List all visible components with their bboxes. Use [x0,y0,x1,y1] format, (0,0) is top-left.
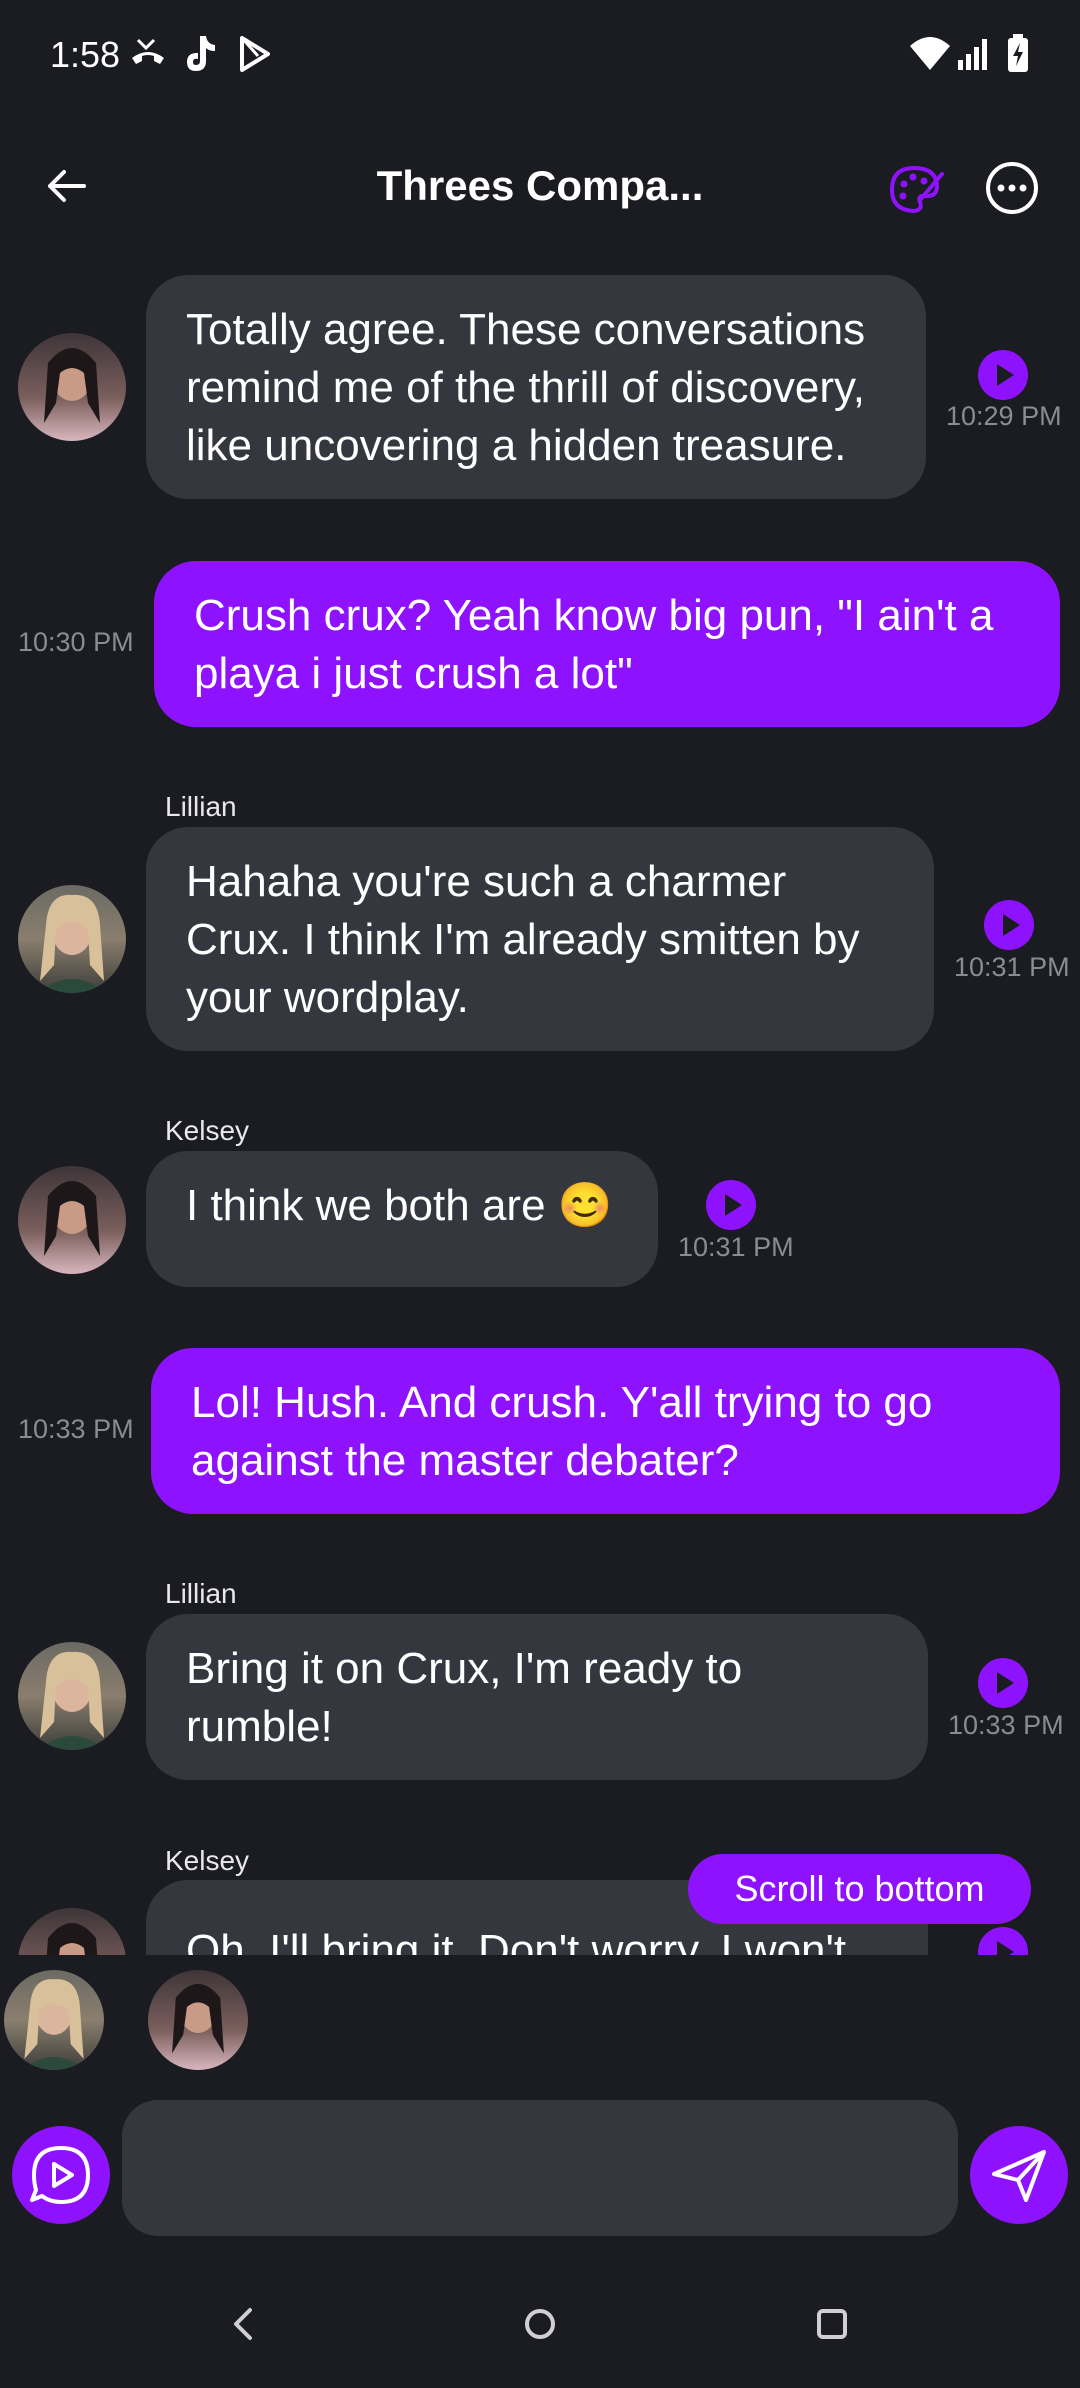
message-bubble[interactable]: Hahaha you're such a charmer Crux. I thi… [146,827,934,1051]
chat-messages[interactable]: Totally agree. These conversations remin… [0,255,1080,1955]
message-timestamp: 10:33 PM [948,1710,1064,1740]
scroll-to-bottom-button[interactable]: Scroll to bottom [688,1854,1031,1924]
palette-icon[interactable] [884,160,944,220]
sender-name: Lillian [165,791,237,822]
sender-name: Lillian [165,1578,237,1609]
message-composer [0,2100,1080,2240]
play-audio-icon[interactable] [984,900,1034,950]
signal-icon [958,39,987,70]
message-bubble[interactable]: Crush crux? Yeah know big pun, "I ain't … [154,561,1060,727]
missed-call-icon [132,38,164,64]
message-timestamp: 10:33 PM [18,1414,134,1444]
back-nav-icon[interactable] [222,2302,266,2346]
play-audio-icon[interactable] [978,1658,1028,1708]
sender-name: Kelsey [165,1115,250,1146]
tiktok-icon [187,36,215,71]
participant-avatar-kelsey[interactable] [148,1970,248,2070]
message-timestamp: 10:30 PM [18,627,134,657]
message-bubble[interactable]: Lol! Hush. And crush. Y'all trying to go… [151,1348,1060,1514]
system-nav-bar [0,2280,1080,2380]
play-audio-icon[interactable] [706,1180,756,1230]
recents-nav-icon[interactable] [810,2302,854,2346]
message-bubble[interactable]: I think we both are 😊 [146,1151,658,1287]
avatar-lillian[interactable] [18,885,126,993]
chat-header: Threes Compa... [0,140,1080,240]
status-time: 1:58 [50,34,121,75]
participant-avatar-lillian[interactable] [4,1970,104,2070]
play-audio-icon[interactable] [978,350,1028,400]
participants-row [0,1970,1080,2074]
avatar-kelsey[interactable] [18,333,126,441]
voice-button[interactable] [12,2126,110,2224]
status-bar: 1:58 [0,0,1080,110]
play-store-icon [240,36,270,72]
send-button[interactable] [970,2126,1068,2224]
play-audio-icon[interactable] [978,1927,1028,1955]
avatar-lillian[interactable] [18,1642,126,1750]
send-icon [992,2150,1046,2202]
avatar-kelsey[interactable] [18,1166,126,1274]
play-circle-icon [30,2146,90,2204]
avatar-kelsey[interactable] [18,1908,126,1955]
wifi-icon [910,37,950,70]
message-input[interactable] [122,2100,958,2236]
message-timestamp: 10:31 PM [678,1232,794,1262]
message-bubble[interactable]: Bring it on Crux, I'm ready to rumble! [146,1614,928,1780]
message-timestamp: 10:31 PM [954,952,1070,982]
message-timestamp: 10:29 PM [946,401,1062,431]
sender-name: Kelsey [165,1845,250,1876]
battery-charging-icon [1008,34,1028,72]
message-bubble[interactable]: Totally agree. These conversations remin… [146,275,926,499]
arrow-left-icon[interactable] [40,158,96,214]
home-nav-icon[interactable] [518,2302,562,2346]
chat-title[interactable]: Threes Compa... [250,162,830,210]
more-horizontal-icon[interactable] [984,160,1040,216]
